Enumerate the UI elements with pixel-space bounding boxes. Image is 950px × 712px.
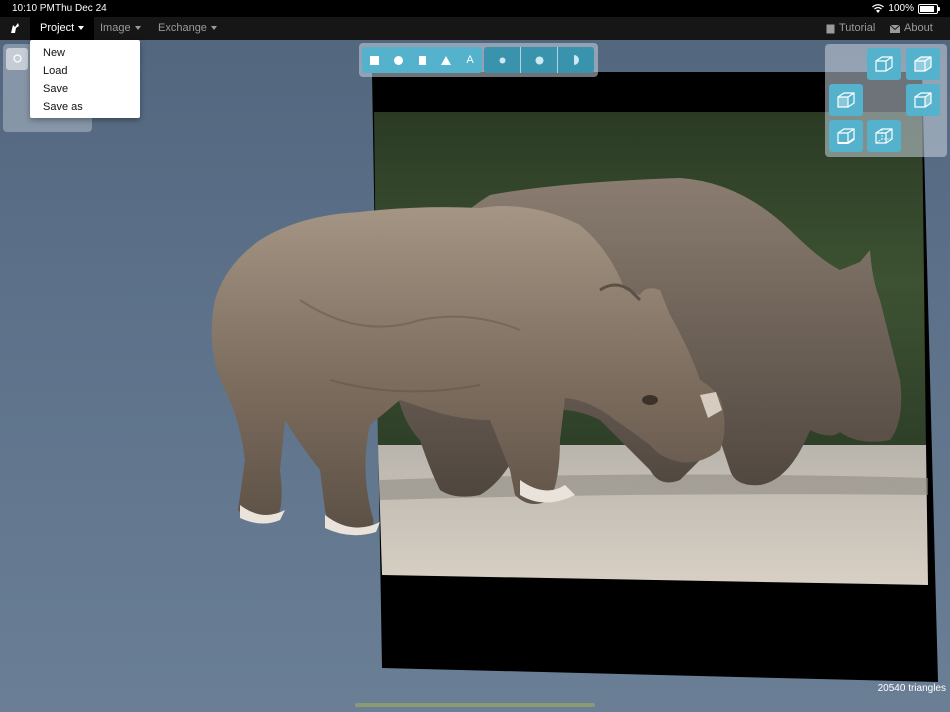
view-front-button[interactable] xyxy=(867,48,901,80)
select-tool-button[interactable] xyxy=(6,48,28,70)
menu-about[interactable]: About xyxy=(890,17,933,40)
view-top-icon xyxy=(914,56,932,72)
menu-item-save-as[interactable]: Save as xyxy=(30,98,140,116)
view-bottom-button[interactable] xyxy=(829,120,863,152)
scene-canvas[interactable] xyxy=(0,40,950,712)
menu-project-label: Project xyxy=(40,22,75,34)
text-tool-button[interactable]: A xyxy=(458,47,482,73)
circle-outline-icon xyxy=(12,54,22,63)
view-left-icon xyxy=(837,92,855,108)
menu-tutorial-label: Tutorial xyxy=(839,22,876,34)
battery-icon xyxy=(918,3,940,14)
menu-item-save[interactable]: Save xyxy=(30,80,140,98)
brush-small-icon xyxy=(499,57,505,63)
brush-half-icon xyxy=(574,55,579,65)
battery-percent: 100% xyxy=(888,3,914,14)
triangle-icon xyxy=(441,55,451,65)
home-indicator[interactable] xyxy=(355,703,595,707)
menu-image-label: Image xyxy=(100,22,131,34)
menu-exchange-label: Exchange xyxy=(158,22,207,34)
book-icon xyxy=(826,24,835,33)
view-bottom-icon xyxy=(837,128,855,144)
status-bar: 10:10 PM Thu Dec 24 100% xyxy=(0,0,950,17)
chevron-down-icon xyxy=(78,26,85,31)
menu-item-load[interactable]: Load xyxy=(30,62,140,80)
view-right-button[interactable] xyxy=(906,84,940,116)
rectangle-tool-button[interactable] xyxy=(410,47,434,73)
shape-toolbar: A xyxy=(359,43,598,77)
envelope-icon xyxy=(890,24,900,33)
square-tool-button[interactable] xyxy=(362,47,386,73)
status-time: 10:10 PM xyxy=(12,3,55,14)
view-front-icon xyxy=(875,56,893,72)
view-right-icon xyxy=(914,92,932,108)
menu-project[interactable]: Project xyxy=(30,17,95,40)
view-panel xyxy=(825,44,947,157)
project-dropdown: New Load Save Save as xyxy=(30,40,140,118)
app-logo-icon[interactable] xyxy=(9,22,21,34)
shape-toolbar-inner: A xyxy=(362,47,594,73)
menu-image[interactable]: Image xyxy=(90,17,151,40)
brush-tools xyxy=(484,47,594,73)
menu-exchange[interactable]: Exchange xyxy=(148,17,227,40)
view-top-button[interactable] xyxy=(906,48,940,80)
brush-large-icon xyxy=(535,56,543,64)
view-back-button[interactable] xyxy=(867,120,901,152)
view-back-icon xyxy=(875,128,893,144)
square-icon xyxy=(369,55,379,65)
text-icon: A xyxy=(466,54,474,66)
chevron-down-icon xyxy=(210,26,217,31)
menu-bar: Project Image Exchange Tutorial About xyxy=(0,17,950,40)
brush-small-button[interactable] xyxy=(484,47,521,73)
status-date: Thu Dec 24 xyxy=(55,3,107,14)
view-left-button[interactable] xyxy=(829,84,863,116)
3d-viewport[interactable]: A 20540 triangles xyxy=(0,40,950,712)
wifi-icon xyxy=(872,4,885,13)
chevron-down-icon xyxy=(134,26,141,31)
status-right: 100% xyxy=(872,3,940,14)
triangle-count: 20540 triangles xyxy=(877,683,946,694)
menu-tutorial[interactable]: Tutorial xyxy=(826,17,875,40)
shape-tools: A xyxy=(362,47,482,73)
brush-half-button[interactable] xyxy=(558,47,594,73)
menu-about-label: About xyxy=(904,22,933,34)
circle-icon xyxy=(393,55,403,65)
menu-item-new[interactable]: New xyxy=(30,44,140,62)
rectangle-icon xyxy=(418,55,426,65)
brush-large-button[interactable] xyxy=(521,47,558,73)
triangle-tool-button[interactable] xyxy=(434,47,458,73)
circle-tool-button[interactable] xyxy=(386,47,410,73)
rhino-eye xyxy=(642,395,658,405)
